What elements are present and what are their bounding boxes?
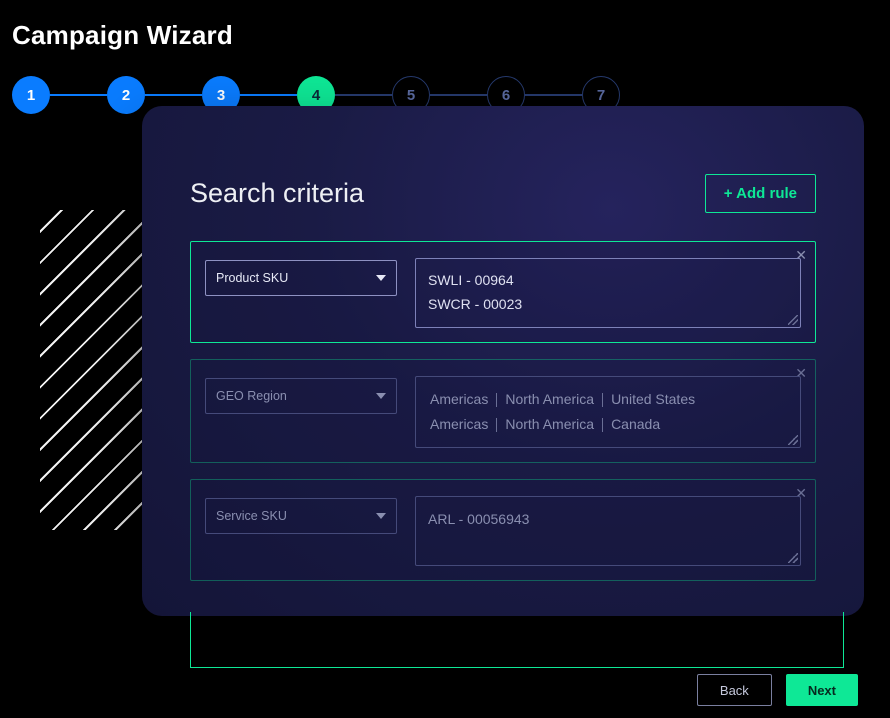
geo-segment: North America bbox=[503, 412, 596, 437]
step-2[interactable]: 2 bbox=[107, 76, 145, 114]
next-button[interactable]: Next bbox=[786, 674, 858, 706]
rule-field-select[interactable]: GEO Region bbox=[205, 378, 397, 414]
add-rule-button[interactable]: + Add rule bbox=[705, 174, 816, 213]
step-connector bbox=[240, 94, 297, 96]
geo-row: Americas North America Canada bbox=[428, 412, 788, 437]
step-1[interactable]: 1 bbox=[12, 76, 50, 114]
geo-separator bbox=[496, 418, 497, 432]
geo-segment: Americas bbox=[428, 412, 490, 437]
rule-value-textarea[interactable]: SWLI - 00964SWCR - 00023 bbox=[415, 258, 801, 328]
step-connector bbox=[50, 94, 107, 96]
geo-segment: North America bbox=[503, 387, 596, 412]
rule-value-line: SWLI - 00964 bbox=[428, 269, 788, 293]
geo-row: Americas North America United States bbox=[428, 387, 788, 412]
geo-separator bbox=[602, 418, 603, 432]
step-connector bbox=[430, 94, 487, 96]
section-title: Search criteria bbox=[190, 178, 364, 209]
rule-box: ✕Product SKUSWLI - 00964SWCR - 00023 bbox=[190, 241, 816, 343]
rule-field-select[interactable]: Service SKU bbox=[205, 498, 397, 534]
page-title: Campaign Wizard bbox=[12, 20, 233, 51]
geo-segment: Americas bbox=[428, 387, 490, 412]
rule-field-label: Product SKU bbox=[216, 271, 288, 285]
rule-field-label: GEO Region bbox=[216, 389, 287, 403]
step-connector bbox=[145, 94, 202, 96]
rule-value-line: SWCR - 00023 bbox=[428, 293, 788, 317]
panel-search-criteria: Search criteria + Add rule ✕Product SKUS… bbox=[142, 106, 864, 616]
rule-box: ✕GEO RegionAmericasNorth AmericaUnited S… bbox=[190, 359, 816, 463]
wizard-actions: Back Next bbox=[697, 674, 858, 706]
rule-field-select[interactable]: Product SKU bbox=[205, 260, 397, 296]
chevron-down-icon bbox=[376, 275, 386, 281]
rule-value-textarea[interactable]: ARL - 00056943 bbox=[415, 496, 801, 566]
geo-separator bbox=[602, 393, 603, 407]
rules-border-extension bbox=[190, 612, 844, 668]
section-header: Search criteria + Add rule bbox=[190, 174, 816, 213]
geo-segment: Canada bbox=[609, 412, 662, 437]
resize-handle-icon[interactable] bbox=[788, 315, 798, 325]
step-connector bbox=[335, 94, 392, 96]
rule-box: ✕Service SKUARL - 00056943 bbox=[190, 479, 816, 581]
rule-value-line: ARL - 00056943 bbox=[428, 507, 788, 532]
resize-handle-icon[interactable] bbox=[788, 553, 798, 563]
step-connector bbox=[525, 94, 582, 96]
geo-segment: United States bbox=[609, 387, 697, 412]
geo-separator bbox=[496, 393, 497, 407]
resize-handle-icon[interactable] bbox=[788, 435, 798, 445]
chevron-down-icon bbox=[376, 513, 386, 519]
rules-container: ✕Product SKUSWLI - 00964SWCR - 00023✕GEO… bbox=[190, 241, 816, 581]
back-button[interactable]: Back bbox=[697, 674, 772, 706]
rule-field-label: Service SKU bbox=[216, 509, 287, 523]
chevron-down-icon bbox=[376, 393, 386, 399]
rule-value-textarea[interactable]: AmericasNorth AmericaUnited StatesAmeric… bbox=[415, 376, 801, 448]
